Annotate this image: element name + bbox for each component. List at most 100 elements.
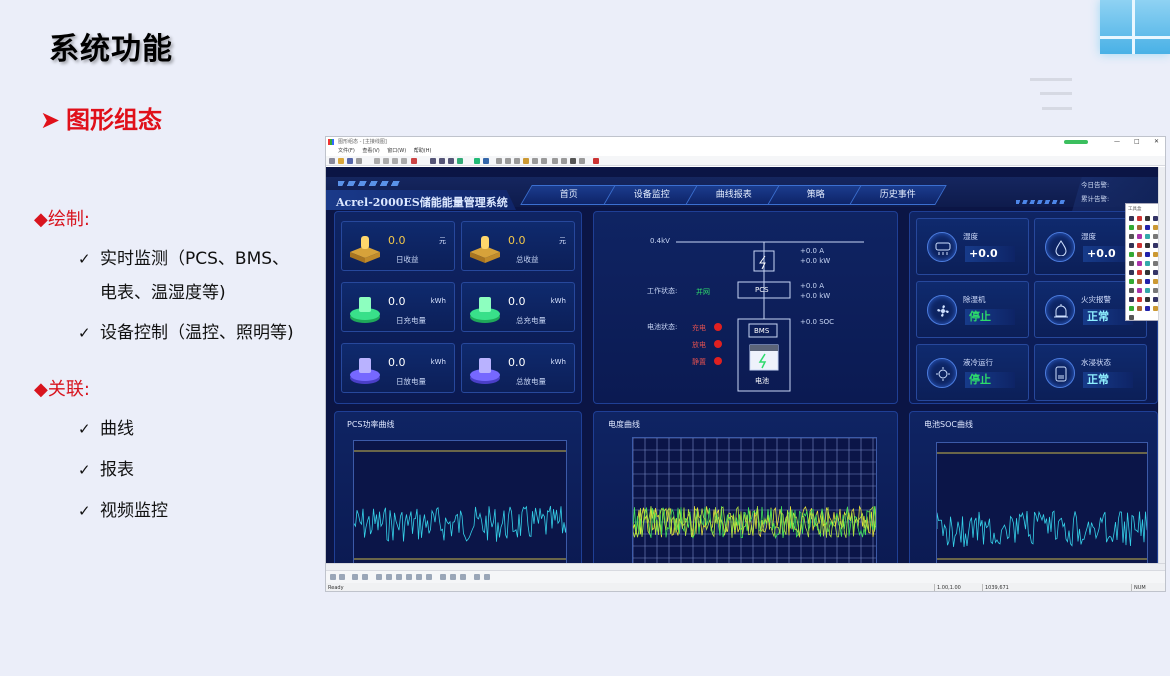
vertical-scrollbar[interactable] [1158,167,1165,563]
tool-icon[interactable] [1153,288,1158,293]
tool-icon[interactable] [1129,216,1134,221]
stat-daily-discharge: 0.0 kWh 日放电量 [341,343,455,393]
horizontal-scrollbar[interactable] [326,563,1165,570]
tool-icon[interactable] [1137,243,1142,248]
run-icon[interactable] [474,158,480,164]
status-size: 1039,671 [982,584,1009,591]
tool-icon[interactable] [1153,252,1158,257]
minimize-icon[interactable]: — [1114,137,1120,147]
list-item: ✓ 实时监测（PCS、BMS、 [78,244,289,275]
menu-file[interactable]: 文件(F) [338,148,355,154]
app-window: 图形组态 - [主接线图] — □ ✕ 文件(F) 查看(V) 窗口(W) 帮助… [325,136,1166,592]
tool-icon[interactable] [1145,234,1150,239]
tool-icon[interactable] [1137,270,1142,275]
about-icon[interactable] [593,158,599,164]
tool-icon[interactable] [1145,279,1150,284]
tool-icon[interactable] [1137,216,1142,221]
slide-subtitle: ➤ 图形组态 [40,100,162,135]
layer2-icon[interactable] [561,158,567,164]
save-icon[interactable] [347,158,353,164]
green-battery-icon [470,297,500,323]
tool-icon[interactable] [1129,297,1134,302]
tool-icon[interactable] [1129,225,1134,230]
prop-icon[interactable] [579,158,585,164]
water-drop-icon [1055,240,1067,256]
color-icon[interactable] [411,158,417,164]
tool-icon[interactable] [1137,261,1142,266]
tool-icon[interactable] [1129,315,1134,320]
tool-icon[interactable] [1145,225,1150,230]
tool-icon[interactable] [1145,306,1150,311]
tool-icon[interactable] [1153,261,1158,266]
tool-icon[interactable] [1153,270,1158,275]
tool-icon[interactable] [1153,279,1158,284]
align-icon[interactable] [496,158,502,164]
copy-icon[interactable] [392,158,398,164]
tab-home[interactable]: 首页 [520,185,618,205]
stop-icon[interactable] [570,158,576,164]
zoom-out-icon[interactable] [439,158,445,164]
tool-icon[interactable] [1145,252,1150,257]
tool-icon[interactable] [1129,234,1134,239]
tool-icon[interactable] [1153,234,1158,239]
cut-icon[interactable] [383,158,389,164]
menu-view[interactable]: 查看(V) [362,148,379,154]
undo-icon[interactable] [374,158,380,164]
tool-icon[interactable] [1137,306,1142,311]
tool-icon[interactable] [1153,243,1158,248]
menu-window[interactable]: 窗口(W) [387,148,406,154]
tool-icon[interactable] [1129,288,1134,293]
tool-icon[interactable] [1153,225,1158,230]
tool-icon[interactable] [1153,297,1158,302]
tool-icon[interactable] [1145,261,1150,266]
tool-icon[interactable] [1129,306,1134,311]
image-icon[interactable] [532,158,538,164]
tool-icon[interactable] [1145,297,1150,302]
section-draw: ◆绘制: [34,209,90,230]
tool-icon[interactable] [1145,216,1150,221]
grid-icon[interactable] [457,158,463,164]
table-icon[interactable] [541,158,547,164]
pcs-power-plot [353,440,567,563]
tool-icon[interactable] [1145,243,1150,248]
pcs-current: +0.0 A [800,282,825,290]
menu-help[interactable]: 帮助(H) [414,148,432,154]
tool-icon[interactable] [1153,306,1158,311]
tool-icon[interactable] [1137,297,1142,302]
layer-icon[interactable] [552,158,558,164]
tool-icon[interactable] [1153,216,1158,221]
tool-icon[interactable] [1129,270,1134,275]
battery-state-label: 电池状态: [647,323,678,331]
fit-icon[interactable] [448,158,454,164]
chart-icon[interactable] [523,158,529,164]
maximize-icon[interactable]: □ [1134,137,1140,147]
tool-icon[interactable] [1145,288,1150,293]
tool-icon[interactable] [1137,288,1142,293]
tool-icon[interactable] [1137,234,1142,239]
tool-icon[interactable] [1137,279,1142,284]
bms-label: BMS [754,327,770,335]
tool-icon[interactable] [1129,243,1134,248]
trace-line [354,505,566,542]
paste-icon[interactable] [401,158,407,164]
tool-icon[interactable] [1129,279,1134,284]
meter-power: +0.0 kW [800,257,831,265]
tool-icon[interactable] [1137,225,1142,230]
arrow-icon: ➤ [40,106,61,134]
battery-label: 电池 [755,377,769,385]
zoom-in-icon[interactable] [430,158,436,164]
align3-icon[interactable] [514,158,520,164]
state-charging: 充电 [692,324,706,332]
open-icon[interactable] [338,158,344,164]
align2-icon[interactable] [505,158,511,164]
new-icon[interactable] [329,158,335,164]
tool-icon[interactable] [1129,252,1134,257]
close-icon[interactable]: ✕ [1154,137,1159,147]
tool-icon[interactable] [1137,252,1142,257]
tab-history[interactable]: 历史事件 [849,185,947,205]
print-icon[interactable] [356,158,362,164]
monitor-icon[interactable] [483,158,489,164]
tool-icon[interactable] [1145,270,1150,275]
tool-icon[interactable] [1129,261,1134,266]
corner-decoration [1100,0,1170,54]
